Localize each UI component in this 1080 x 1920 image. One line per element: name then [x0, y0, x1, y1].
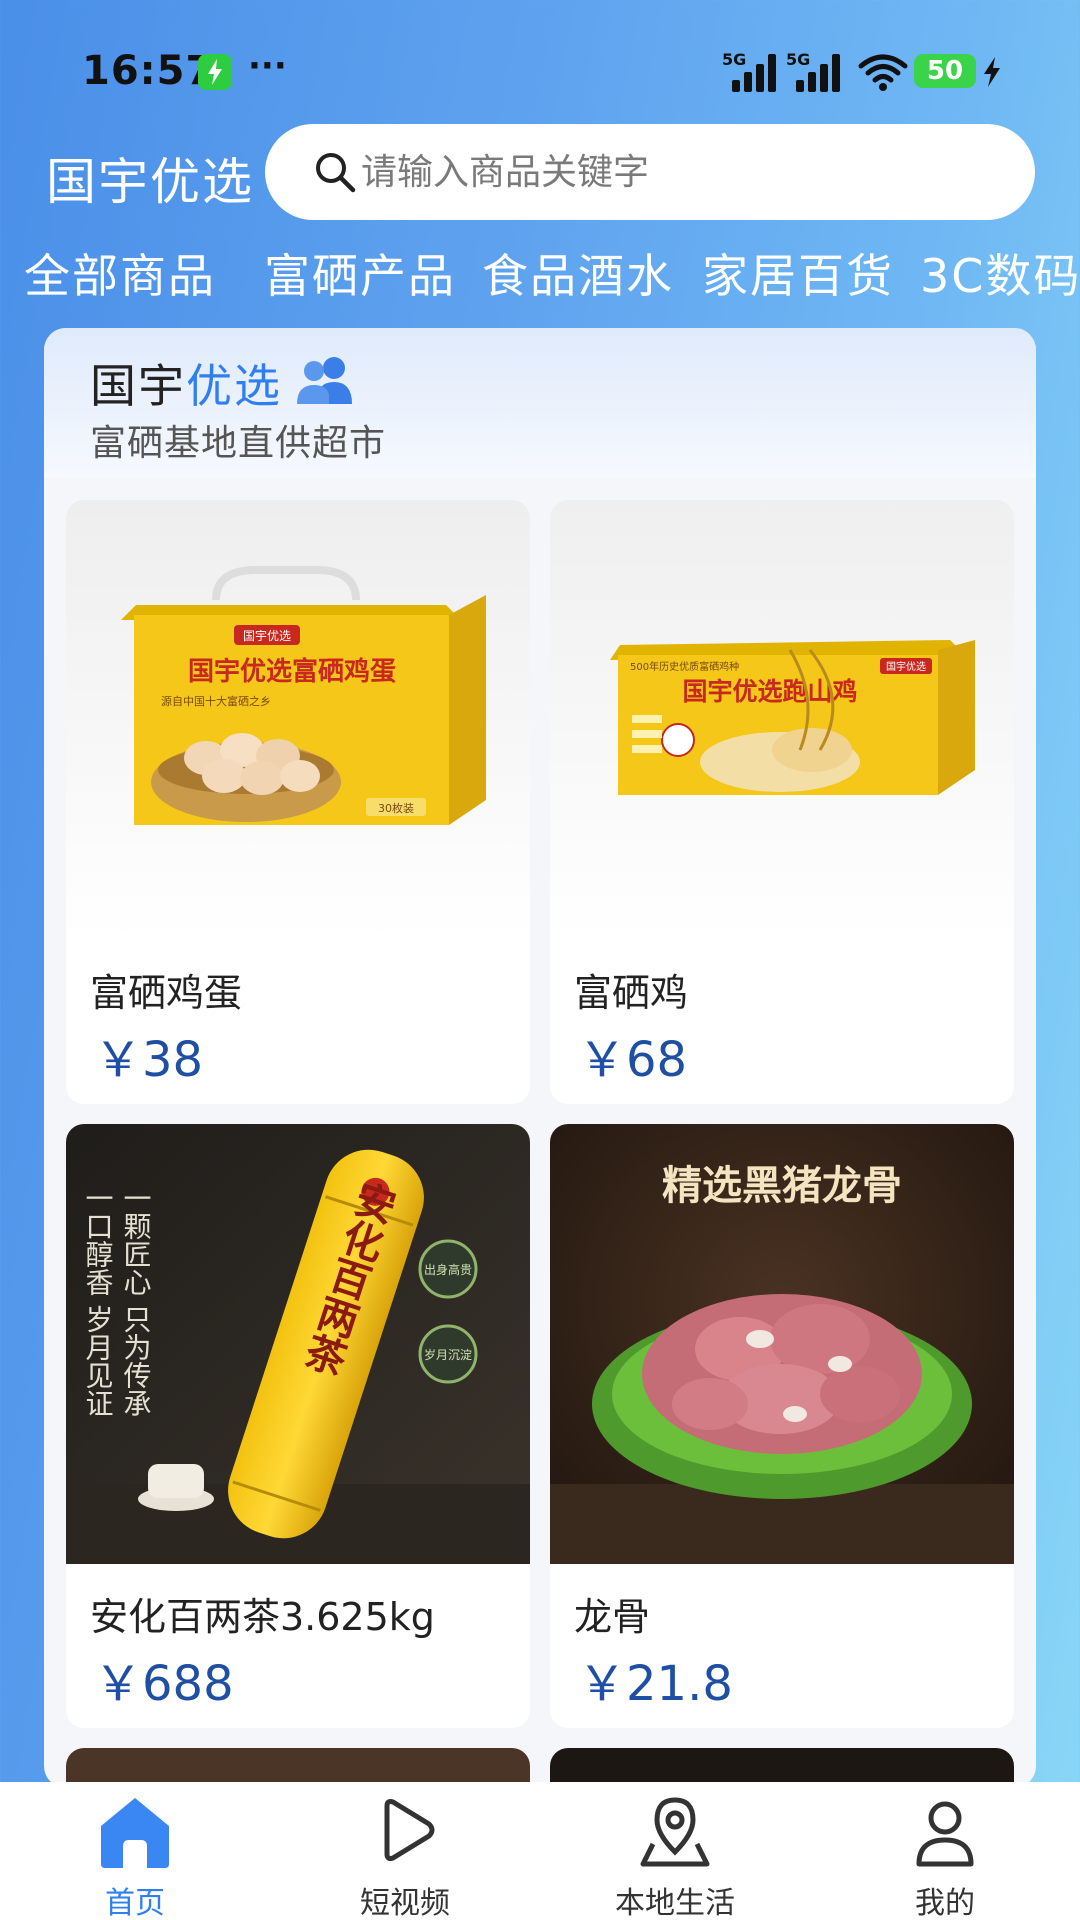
image-title: 精选黑猪龙骨	[662, 1162, 902, 1209]
nav-home[interactable]: 首页	[0, 1782, 270, 1920]
product-price: ￥38	[94, 1032, 204, 1088]
user-icon	[916, 1801, 974, 1867]
image-brand-tag: 国宇优选	[243, 629, 291, 643]
nav-short-video[interactable]: 短视频	[270, 1782, 540, 1920]
tab-3c-digital[interactable]: 3C数码	[920, 240, 1080, 306]
image-seal-2: 岁月沉淀	[424, 1347, 472, 1362]
nav-local-life[interactable]: 本地生活	[540, 1782, 810, 1920]
battery-charging-icon	[984, 57, 1000, 87]
nav-label: 本地生活	[615, 1886, 735, 1920]
image-subtitle: 500年历史优质富硒鸡种	[630, 660, 739, 673]
store-banner: 国宇优选 富硒基地直供超市	[44, 328, 1036, 478]
home-icon	[101, 1798, 169, 1868]
users-icon	[297, 357, 352, 404]
image-slogan-2: 一口醇香 岁月见证	[82, 1184, 115, 1417]
product-price: ￥21.8	[578, 1656, 733, 1712]
product-name: 富硒鸡	[574, 971, 689, 1015]
banner-title-main: 国宇	[90, 359, 186, 413]
tab-all-products[interactable]: 全部商品	[24, 240, 216, 306]
product-card[interactable]: 500年历史优质富硒鸡种 国宇优选跑山鸡 国宇优选 富硒鸡 ￥68	[550, 500, 1014, 1104]
product-image: 精选黑猪龙骨	[550, 1124, 1014, 1564]
image-count-label: 30枚装	[378, 801, 414, 815]
image-subtitle: 源自中国十大富硒之乡	[161, 694, 271, 708]
category-tabs: 全部商品 富硒产品 食品酒水 家居百货 3C数码	[0, 240, 1080, 310]
charging-icon	[198, 54, 232, 90]
image-slogan-1: 一颗匠心 只为传承	[120, 1184, 153, 1417]
signal-label: 5G	[786, 50, 811, 69]
image-title: 国宇优选富硒鸡蛋	[188, 656, 396, 687]
product-name: 安化百两茶3.625kg	[90, 1595, 435, 1639]
search-input[interactable]	[361, 142, 1001, 202]
nav-mine[interactable]: 我的	[810, 1782, 1080, 1920]
image-seal-1: 出身高贵	[424, 1262, 472, 1277]
image-brand-tag: 国宇优选	[886, 660, 926, 673]
product-price: ￥68	[578, 1032, 688, 1088]
nav-label: 首页	[105, 1886, 165, 1920]
banner-title: 国宇优选	[90, 350, 282, 416]
status-time: 16:57	[82, 48, 215, 94]
product-feed: 国宇优选 富硒基地直供超市 国宇优选 国宇优选富硒鸡蛋 源自中国十大富硒之乡 3…	[44, 328, 1036, 1788]
signal-icon: 5G	[786, 50, 846, 92]
tab-food-drinks[interactable]: 食品酒水	[482, 240, 674, 306]
play-icon	[384, 1799, 435, 1861]
product-card[interactable]: 安化百两茶 一颗匠心 只为传承 一口醇香 岁月见证 出身高贵 岁月沉淀 安化百两…	[66, 1124, 530, 1728]
product-card[interactable]: 国宇优选 国宇优选富硒鸡蛋 源自中国十大富硒之乡 30枚装 富硒鸡蛋 ￥38	[66, 500, 530, 1104]
location-icon	[640, 1797, 710, 1867]
tab-home-goods[interactable]: 家居百货	[702, 240, 894, 306]
app-brand-title: 国宇优选	[46, 153, 254, 211]
nav-label: 我的	[915, 1886, 975, 1920]
product-card[interactable]: 精选黑猪龙骨 龙骨 ￥21.8	[550, 1124, 1014, 1728]
banner-subtitle: 富硒基地直供超市	[90, 423, 387, 464]
banner-title-accent: 优选	[186, 359, 282, 413]
product-price: ￥688	[94, 1656, 234, 1712]
product-image: 国宇优选 国宇优选富硒鸡蛋 源自中国十大富硒之乡 30枚装	[66, 500, 530, 940]
product-name: 富硒鸡蛋	[90, 971, 243, 1015]
status-bar: 16:57 ··· 5G 5G 50	[0, 0, 1080, 120]
search-icon	[316, 153, 356, 193]
bottom-navigation: 首页 短视频 本地生活 我的	[0, 1782, 1080, 1920]
search-bar[interactable]	[265, 124, 1035, 220]
signal-label: 5G	[722, 50, 747, 69]
tab-selenium-products[interactable]: 富硒产品	[264, 240, 456, 306]
signal-icon: 5G	[722, 50, 782, 92]
battery-indicator: 50	[914, 54, 976, 88]
product-image: 500年历史优质富硒鸡种 国宇优选跑山鸡 国宇优选	[550, 500, 1014, 940]
wifi-icon	[858, 54, 908, 91]
product-name: 龙骨	[574, 1595, 651, 1639]
status-more-icon: ···	[248, 46, 287, 86]
nav-label: 短视频	[360, 1886, 450, 1920]
product-image: 安化百两茶 一颗匠心 只为传承 一口醇香 岁月见证 出身高贵 岁月沉淀	[66, 1124, 530, 1564]
